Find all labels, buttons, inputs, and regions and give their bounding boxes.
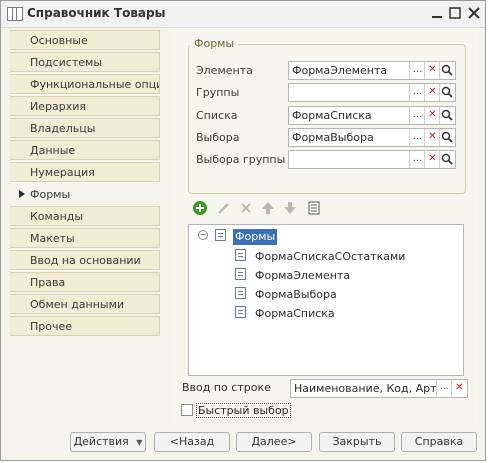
sidebar-item-label: Формы: [30, 188, 71, 201]
sidebar-item-label: Иерархия: [30, 100, 86, 113]
sidebar-item-subsystems[interactable]: Подсистемы: [10, 52, 160, 72]
actions-button[interactable]: Действия ▼: [70, 432, 146, 452]
open-icon[interactable]: [439, 129, 455, 146]
open-icon[interactable]: [439, 107, 455, 124]
form-icon: [235, 249, 246, 261]
list-form-field[interactable]: ФормаСписка ... ✕: [288, 106, 456, 125]
forms-group-title: Формы: [190, 37, 239, 50]
select-button[interactable]: ...: [409, 151, 425, 168]
next-button[interactable]: Далее>: [236, 432, 312, 452]
sidebar-item-other[interactable]: Прочее: [10, 316, 160, 336]
active-arrow-icon: [19, 190, 25, 198]
sidebar-item-label: Макеты: [30, 232, 75, 245]
move-up-icon[interactable]: [260, 200, 276, 216]
group-form-label: Группы: [196, 86, 240, 99]
tree-item-label: ФормаСпискаСОстатками: [255, 250, 406, 263]
list-form-value: ФормаСписка: [292, 109, 372, 122]
sidebar-item-commands[interactable]: Команды: [10, 206, 160, 226]
sidebar-item-hierarchy[interactable]: Иерархия: [10, 96, 160, 116]
fast-select-label[interactable]: Быстрый выбор: [196, 403, 291, 418]
sidebar-item-label: Права: [30, 276, 66, 289]
tree-item-label: ФормаСписка: [255, 307, 335, 320]
select-button[interactable]: ...: [409, 129, 425, 146]
title-bar: Справочник Товары: [1, 1, 485, 28]
sidebar-item-label: Прочее: [30, 320, 73, 333]
quick-input-field[interactable]: Наименование, Код, Артикул ... ✕: [290, 379, 468, 398]
forms-tree: − Формы ФормаСпискаСОстатками ФормаЭлеме…: [188, 224, 464, 376]
sidebar-item-layouts[interactable]: Макеты: [10, 228, 160, 248]
collapse-icon[interactable]: −: [198, 230, 208, 240]
select-button[interactable]: ...: [436, 380, 452, 397]
sidebar-item-label: Подсистемы: [30, 56, 103, 69]
sidebar-item-forms[interactable]: Формы: [10, 184, 160, 204]
help-button[interactable]: Справка: [401, 432, 477, 452]
tree-item-label: ФормаЭлемента: [255, 269, 351, 282]
move-down-icon[interactable]: [282, 200, 298, 216]
element-form-label: Элемента: [196, 64, 253, 77]
open-icon[interactable]: [439, 84, 455, 101]
sidebar-item-label: Данные: [30, 144, 76, 157]
sidebar-item-data-exchange[interactable]: Обмен данными: [10, 294, 160, 314]
clear-icon[interactable]: ✕: [424, 129, 440, 146]
sidebar-item-label: Ввод на основании: [30, 254, 141, 267]
choice-form-label: Выбора: [196, 131, 240, 144]
select-button[interactable]: ...: [409, 62, 425, 79]
quick-input-label: Ввод по строке: [182, 381, 271, 394]
close-button[interactable]: Закрыть: [319, 432, 395, 452]
quick-input-value: Наименование, Код, Артикул: [294, 382, 437, 395]
sidebar-item-label: Основные: [30, 34, 88, 47]
sidebar-item-main[interactable]: Основные: [10, 30, 160, 50]
tree-item-label: ФормаВыбора: [255, 288, 337, 301]
group-choice-form-label: Выбора группы: [196, 153, 286, 166]
sidebar-item-label: Владельцы: [30, 122, 96, 135]
sidebar-item-rights[interactable]: Права: [10, 272, 160, 292]
fast-select-checkbox[interactable]: [181, 404, 193, 416]
form-icon: [235, 306, 246, 318]
choice-form-value: ФормаВыбора: [292, 131, 374, 144]
sidebar-item-numbering[interactable]: Нумерация: [10, 162, 160, 182]
choice-form-field[interactable]: ФормаВыбора ... ✕: [288, 128, 456, 147]
sidebar-item-input-based[interactable]: Ввод на основании: [10, 250, 160, 270]
sidebar-item-label: Команды: [30, 210, 84, 223]
table-icon: [7, 7, 23, 21]
clear-icon[interactable]: ✕: [424, 84, 440, 101]
clear-icon[interactable]: ✕: [451, 380, 467, 397]
form-icon: [235, 268, 246, 280]
clear-icon[interactable]: ✕: [424, 107, 440, 124]
group-form-field[interactable]: ... ✕: [288, 83, 456, 102]
maximize-icon[interactable]: [447, 5, 463, 21]
sidebar-item-data[interactable]: Данные: [10, 140, 160, 160]
delete-icon[interactable]: [238, 200, 254, 216]
open-icon[interactable]: [439, 62, 455, 79]
sidebar-item-label: Функциональные опции: [30, 78, 160, 91]
forms-folder-icon: [215, 229, 226, 241]
back-button[interactable]: <Назад: [154, 432, 230, 452]
sidebar-item-owners[interactable]: Владельцы: [10, 118, 160, 138]
close-icon[interactable]: [466, 5, 482, 21]
open-icon[interactable]: [439, 151, 455, 168]
minimize-icon[interactable]: [429, 5, 445, 21]
chevron-down-icon: ▼: [136, 438, 143, 447]
sidebar-item-functional-options[interactable]: Функциональные опции: [10, 74, 160, 94]
group-choice-form-field[interactable]: ... ✕: [288, 150, 456, 169]
list-icon[interactable]: [306, 200, 322, 216]
add-icon[interactable]: [192, 200, 208, 216]
list-form-label: Списка: [196, 109, 238, 122]
sidebar-item-label: Нумерация: [30, 166, 95, 179]
window-title: Справочник Товары: [27, 6, 166, 20]
element-form-value: ФормаЭлемента: [292, 64, 388, 77]
clear-icon[interactable]: ✕: [424, 62, 440, 79]
sidebar: Основные Подсистемы Функциональные опции…: [10, 30, 160, 338]
tree-root-label: Формы: [233, 229, 278, 245]
form-icon: [235, 287, 246, 299]
select-button[interactable]: ...: [409, 84, 425, 101]
select-button[interactable]: ...: [409, 107, 425, 124]
sidebar-item-label: Обмен данными: [30, 298, 125, 311]
clear-icon[interactable]: ✕: [424, 151, 440, 168]
actions-button-label: Действия: [73, 435, 129, 448]
element-form-field[interactable]: ФормаЭлемента ... ✕: [288, 61, 456, 80]
edit-icon[interactable]: [216, 200, 232, 216]
